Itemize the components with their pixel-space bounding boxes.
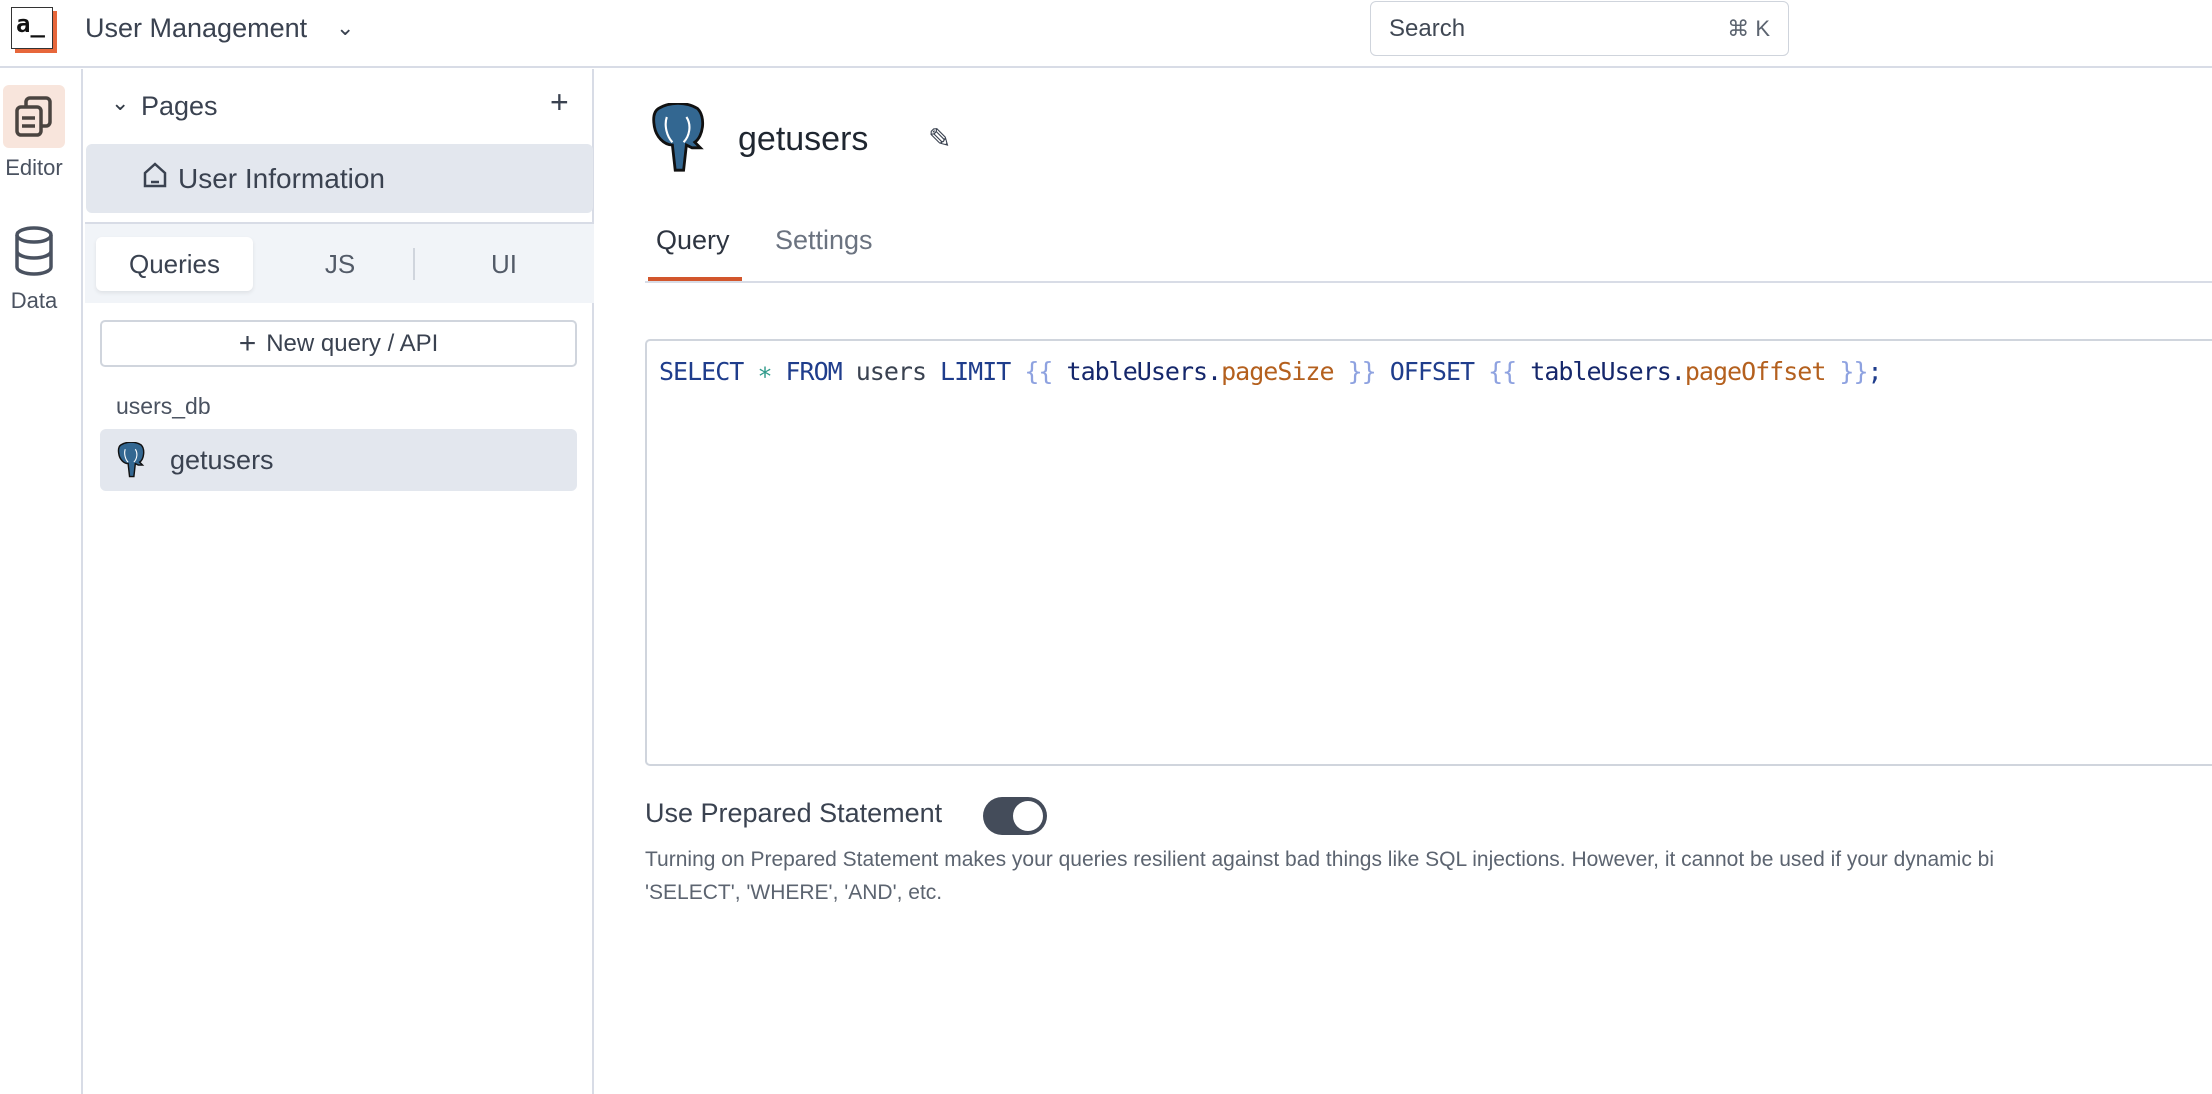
code-editor[interactable] [645,339,2212,766]
new-query-label: New query / API [266,329,439,357]
tab-settings[interactable]: Settings [775,225,873,256]
pages-heading: Pages [141,91,218,121]
chevron-down-icon[interactable]: ⌄ [336,15,354,41]
page-item-label: User Information [178,162,385,194]
rail-editor-label[interactable]: Editor [3,155,65,181]
code-token: SELECT [659,357,744,386]
code-token: tableUsers [1066,357,1209,386]
pencil-icon[interactable]: ✎ [928,122,951,155]
code-token: pageSize [1221,357,1334,386]
app-logo[interactable]: a_ [11,7,53,49]
code-token: . [1670,357,1686,386]
code-token: FROM [785,357,842,386]
add-page-button[interactable]: + [550,84,569,121]
description-line: 'SELECT', 'WHERE', 'AND', etc. [645,881,943,904]
query-item-label: getusers [170,444,274,475]
database-icon[interactable] [13,226,55,281]
code-token: OFFSET [1389,357,1475,386]
tab-separator [413,248,415,280]
left-rail [0,69,83,1094]
code-token: }} [1333,357,1390,386]
code-token: LIMIT [940,357,1011,386]
code-token: }} [1825,357,1868,386]
new-query-button[interactable]: + New query / API [100,320,577,367]
sql-code[interactable]: SELECT ∗ FROM users LIMIT {{ tableUsers.… [659,357,1883,386]
active-tab-indicator [648,277,742,281]
search-placeholder: Search [1389,14,1466,42]
prepared-statement-description: Turning on Prepared Statement makes your… [645,843,2212,909]
app-title[interactable]: User Management [85,13,307,44]
code-token: tableUsers [1530,357,1672,386]
search-input[interactable]: Search ⌘ K [1370,1,1789,56]
description-line: Turning on Prepared Statement makes your… [645,848,1994,871]
code-token: pageOffset [1684,357,1827,386]
postgres-icon [643,103,713,173]
query-item-getusers[interactable]: getusers [100,429,577,491]
tab-query[interactable]: Query [656,225,730,256]
toggle-knob [1013,801,1043,831]
code-token: ; [1867,357,1883,386]
tab-queries[interactable]: Queries [96,237,253,291]
page-item-user-information[interactable]: User Information [86,144,593,213]
code-token: {{ [1010,357,1067,386]
home-icon [142,161,168,196]
tab-js[interactable]: JS [290,237,390,291]
chevron-down-icon[interactable]: ⌄ [111,90,129,116]
code-token: ∗ [743,357,786,386]
prepared-statement-toggle[interactable] [983,797,1047,835]
tabs-divider [645,281,2212,283]
top-bar [0,0,2212,68]
code-token: users [841,357,941,386]
code-token: {{ [1474,357,1531,386]
rail-data-label[interactable]: Data [3,288,65,314]
postgres-icon [116,442,146,478]
query-title[interactable]: getusers [738,120,868,159]
plus-icon: + [238,326,257,360]
search-shortcut: ⌘ K [1727,15,1770,41]
tab-ui[interactable]: UI [454,237,554,291]
datasource-label: users_db [116,393,211,419]
prepared-statement-label: Use Prepared Statement [645,798,943,828]
editor-icon[interactable] [3,85,65,148]
code-token: . [1207,357,1222,386]
